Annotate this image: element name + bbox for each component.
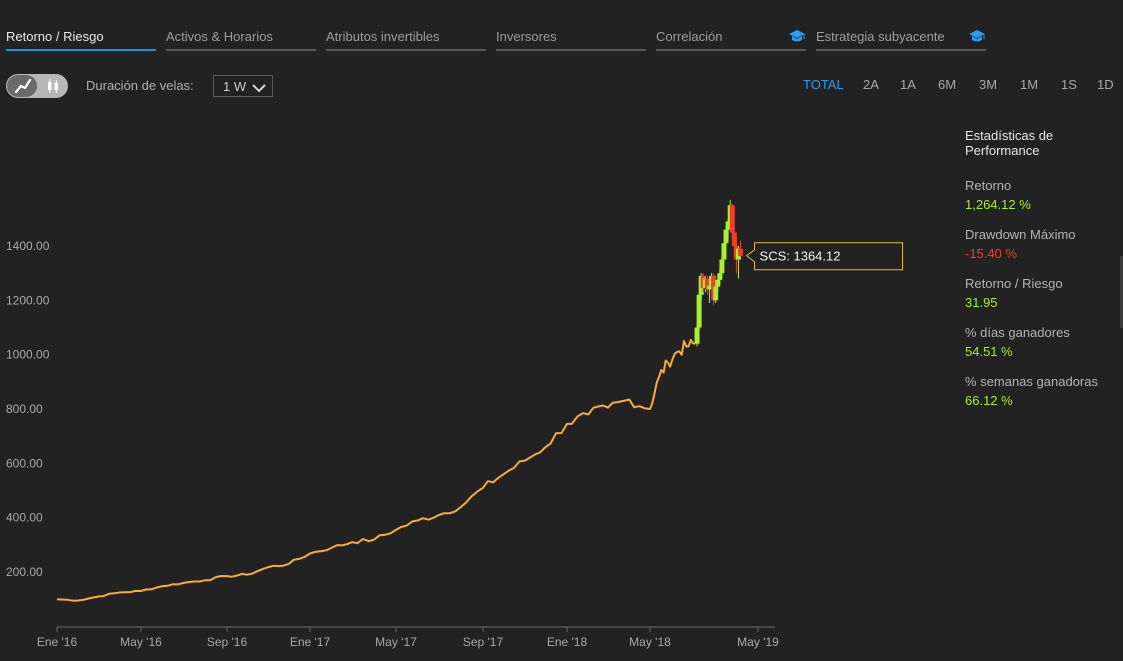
y-tick-label: 400.00 [6,511,43,525]
performance-page: Retorno / Riesgo Activos & Horarios Atri… [0,0,1123,661]
stat-value-drawdown: -15.40 % [965,246,1018,261]
x-tick-label: May '18 [629,635,671,649]
stat-label-drawdown: Drawdown Máximo [965,227,1076,242]
stat-label-dias-ganadores: % días ganadores [965,325,1070,340]
y-tick-label: 600.00 [6,456,43,470]
x-tick-label: Ene '18 [547,635,588,649]
y-tick-label: 1400.00 [6,239,50,253]
x-tick-label: May '17 [375,635,417,649]
candle-body [738,248,744,256]
x-tick-label: May '19 [737,635,779,649]
x-tick-label: Ene '16 [37,635,78,649]
y-tick-label: 1000.00 [6,348,50,362]
stat-value-retorno: 1,264.12 % [965,197,1031,212]
x-tick-label: Sep '17 [463,635,504,649]
performance-chart[interactable]: 200.00 400.00 600.00 800.00 1000.00 1200.00 14… [0,0,1123,661]
stat-value-dias-ganadores: 54.51 % [965,344,1013,359]
series-line [56,338,696,602]
y-tick-label: 800.00 [6,402,43,416]
stats-title: Estadísticas de Performance [965,128,1054,158]
stat-value-retorno-riesgo: 31.95 [965,295,998,310]
stat-label-retorno-riesgo: Retorno / Riesgo [965,276,1063,291]
value-tooltip: SCS: 1364.12 [745,242,904,271]
stat-label-retorno: Retorno [965,178,1012,193]
tooltip-label: SCS: 1364.12 [760,249,841,264]
performance-stats: Estadísticas de Performance Retorno 1,26… [965,128,1110,421]
y-tick-label: 1200.00 [6,293,50,307]
x-tick-label: May '16 [120,635,162,649]
stat-value-semanas-ganadoras: 66.12 % [965,393,1013,408]
x-tick-label: Ene '17 [290,635,331,649]
x-tick-label: Sep '16 [207,635,248,649]
y-tick-label: 200.00 [6,565,43,579]
stat-label-semanas-ganadoras: % semanas ganadoras [965,374,1098,389]
